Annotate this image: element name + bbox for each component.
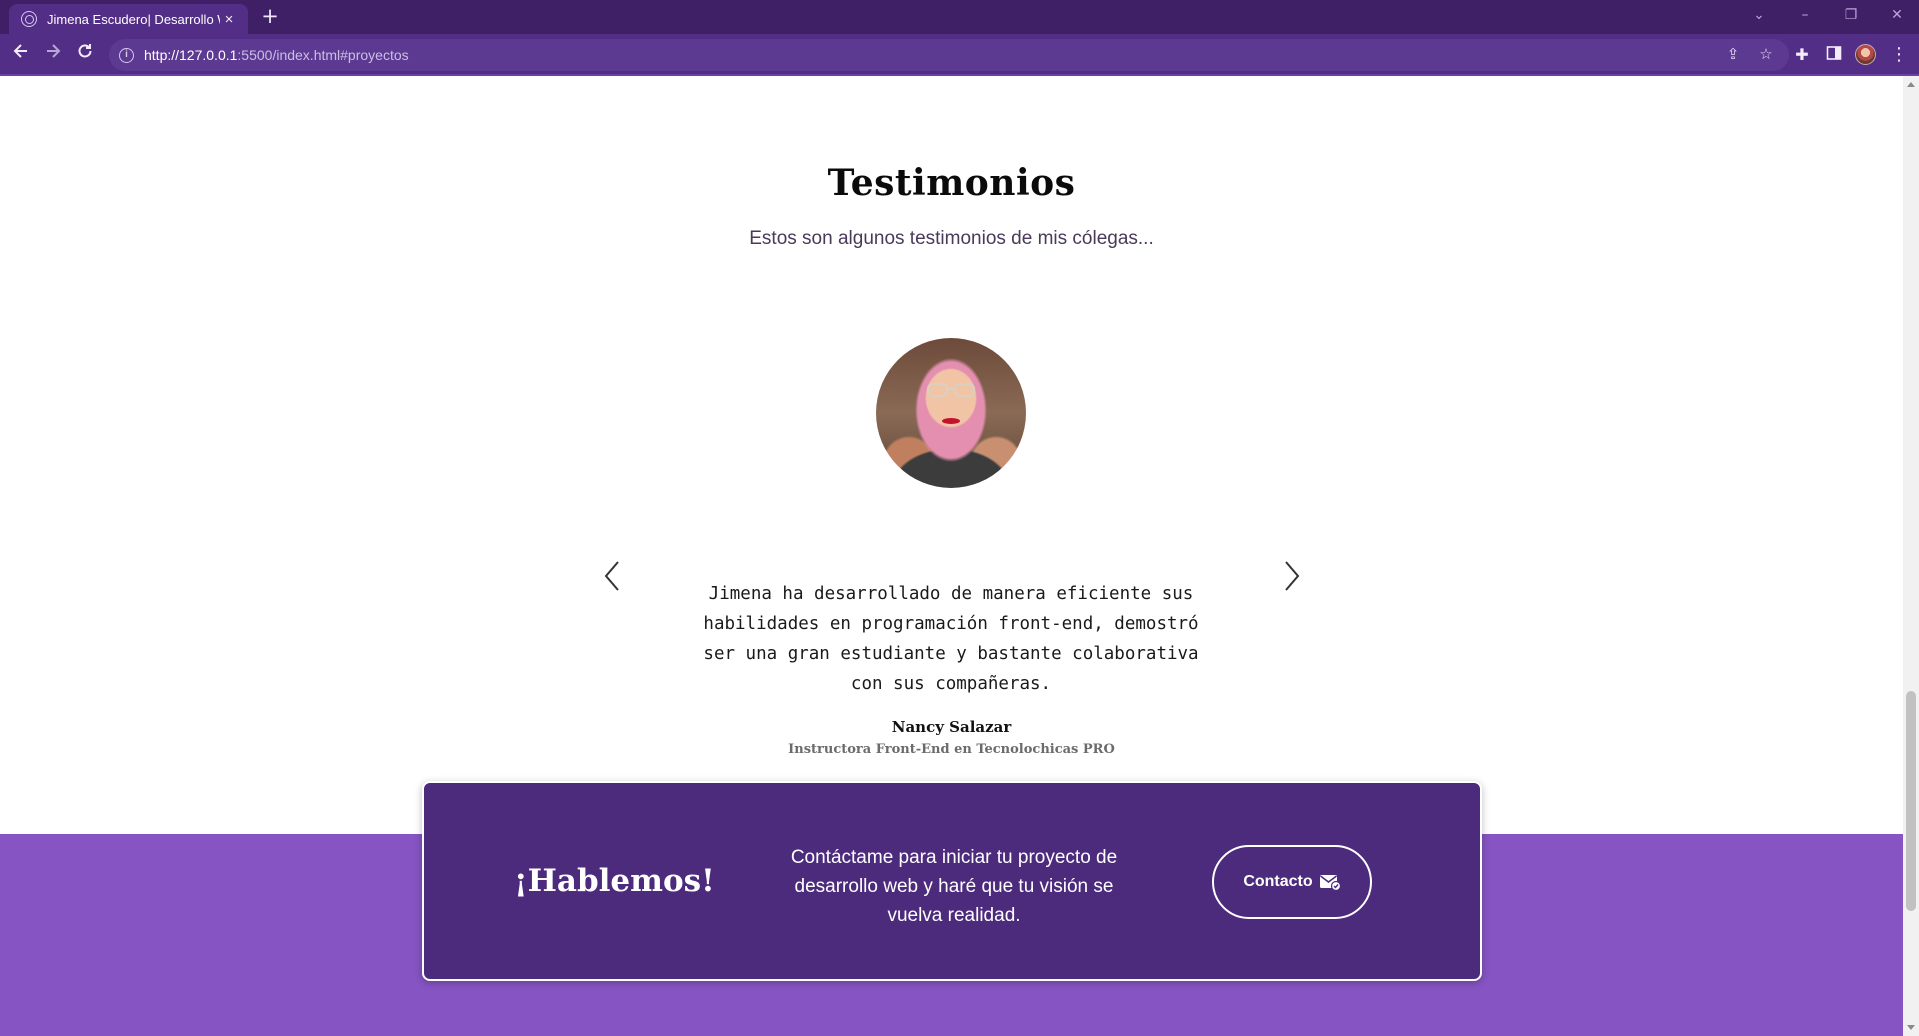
cta-text: Contáctame para iniciar tu proyecto de d… [790,847,1118,926]
window-close-icon[interactable]: ✕ [1883,4,1911,26]
url-path: :5500/index.html#proyectos [237,47,409,63]
restore-icon[interactable]: ❐ [1837,4,1865,26]
close-tab-icon[interactable]: × [220,11,238,28]
tab-title: Jimena Escudero| Desarrollo Web [47,11,220,27]
profile-avatar[interactable] [1855,44,1876,65]
favicon-icon [21,11,37,27]
testimonial-quote: Jimena ha desarrollado de manera eficien… [703,584,1199,694]
avatar-lips [942,418,960,424]
browser-tab[interactable]: Jimena Escudero| Desarrollo Web × [9,4,248,34]
contact-button-label: Contacto [1243,873,1313,890]
browser-tab-strip: Jimena Escudero| Desarrollo Web × + ⌄ – … [0,0,1919,34]
reload-icon[interactable] [72,42,98,68]
back-icon[interactable] [8,42,34,68]
testimonials-subtitle: Estos son algunos testimonios de mis cól… [749,228,1154,249]
mail-icon [1319,875,1341,891]
minimize-icon[interactable]: – [1791,4,1819,26]
chevron-left-icon [604,561,619,591]
carousel-prev-button[interactable] [598,556,626,596]
testimonial-avatar [876,338,1026,488]
page-viewport: Testimonios Estos son algunos testimonio… [0,76,1903,1036]
testimonial-author-name: Nancy Salazar [891,718,1012,736]
glasses-icon [927,383,975,397]
contact-button[interactable]: Contacto [1212,845,1372,919]
testimonial-author-role: Instructora Front-End en Tecnolochicas P… [788,742,1115,757]
share-icon[interactable]: ⇪ [1724,46,1742,64]
scroll-down-icon[interactable] [1907,1025,1915,1030]
forward-icon[interactable] [40,42,66,68]
new-tab-button[interactable]: + [258,5,282,29]
page-scrollbar[interactable] [1903,76,1919,1036]
menu-icon[interactable]: ⋮ [1890,43,1908,67]
browser-toolbar: i http://127.0.0.1:5500/index.html#proye… [0,34,1919,76]
scroll-up-icon[interactable] [1907,82,1915,87]
carousel-next-button[interactable] [1278,556,1306,596]
address-bar[interactable]: i http://127.0.0.1:5500/index.html#proye… [109,39,1789,71]
side-panel-icon[interactable] [1824,45,1844,65]
url-host: http://127.0.0.1 [144,47,238,63]
testimonials-title: Testimonios [827,162,1076,204]
scroll-thumb[interactable] [1906,691,1916,911]
contact-cta-card: ¡Hablemos! Contáctame para iniciar tu pr… [422,781,1482,981]
cta-title: ¡Hablemos! [514,863,715,899]
star-icon[interactable]: ☆ [1757,46,1775,64]
tab-search-icon[interactable]: ⌄ [1745,4,1773,26]
info-icon[interactable]: i [119,47,134,63]
chevron-right-icon [1285,561,1300,591]
extensions-icon[interactable]: ✚ [1792,45,1812,65]
